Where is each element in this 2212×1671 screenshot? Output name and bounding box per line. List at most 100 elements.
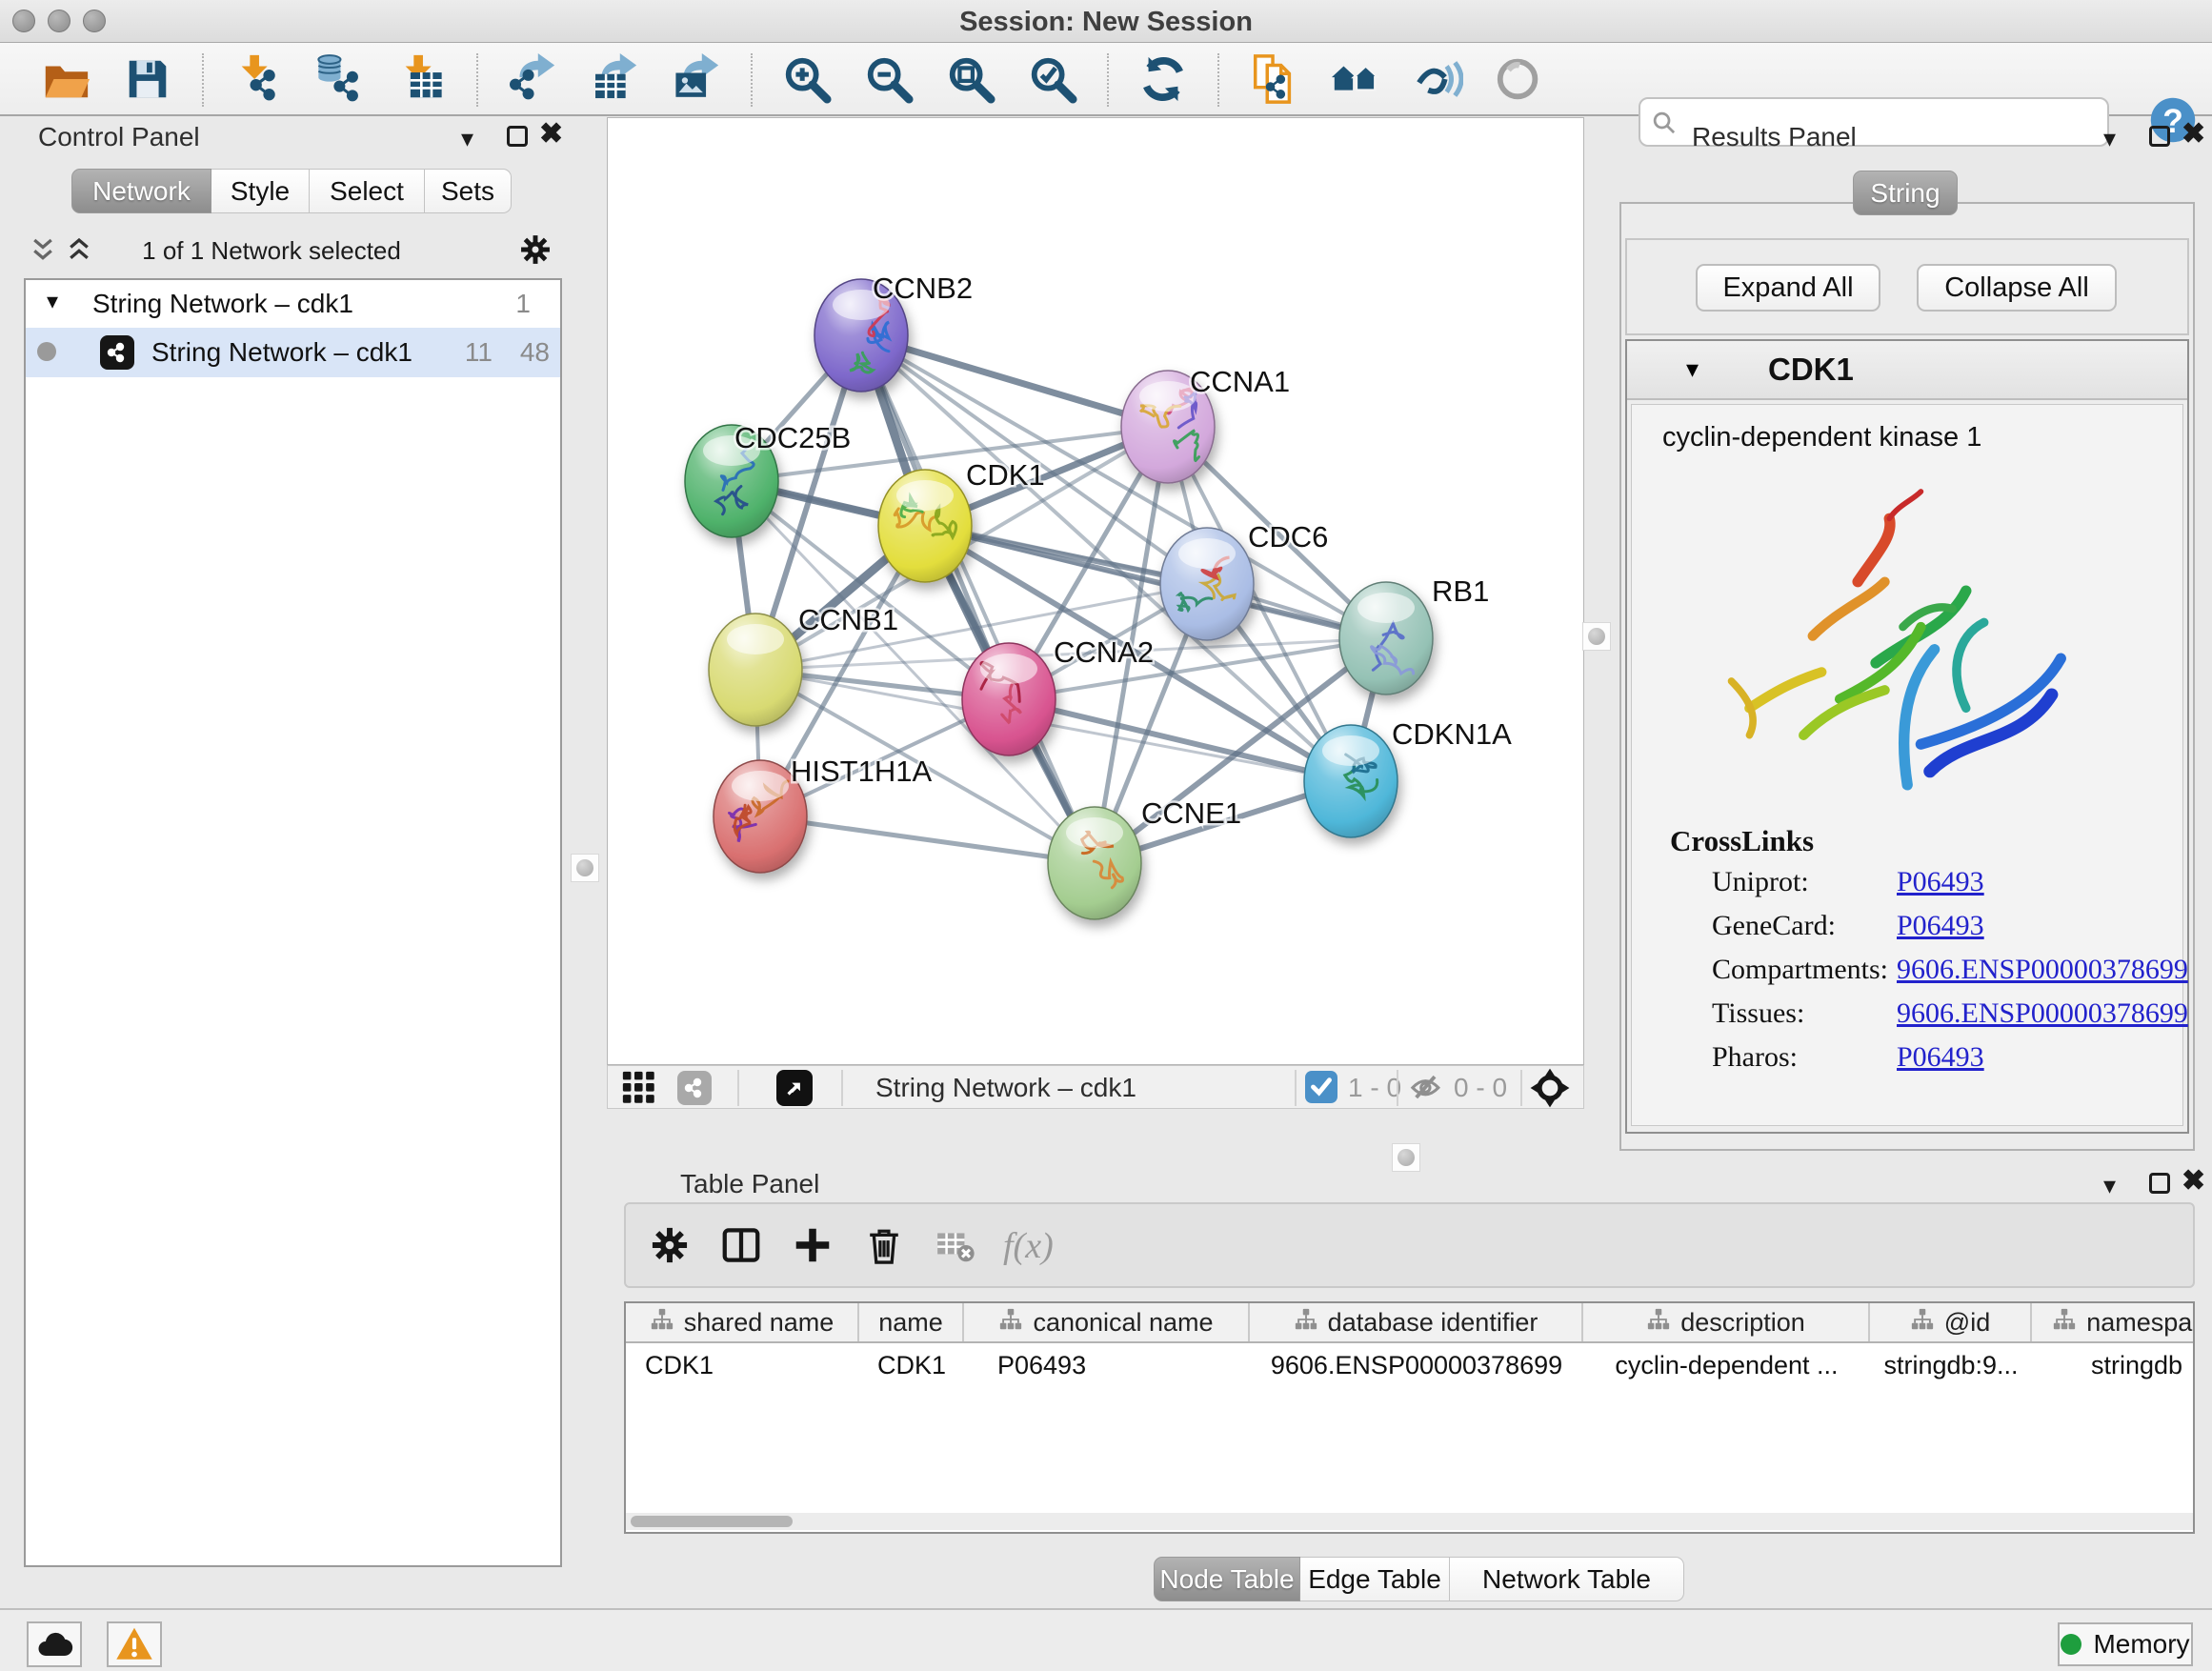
network-node-label: CCNA2 bbox=[1054, 635, 1154, 669]
network-selection-status: 1 of 1 Network selected bbox=[24, 236, 519, 266]
import-network-from-database-button[interactable] bbox=[311, 50, 370, 110]
table-panel-menu-arrow-icon[interactable]: ▾ bbox=[2103, 1173, 2116, 1198]
results-panel-float-icon[interactable] bbox=[2149, 126, 2170, 147]
zoom-selected-button[interactable] bbox=[1023, 50, 1082, 110]
new-network-from-selection-button[interactable] bbox=[1244, 50, 1303, 110]
table-panel-float-icon[interactable] bbox=[2149, 1173, 2170, 1194]
network-node-HIST1H1A[interactable]: HIST1H1A bbox=[714, 755, 932, 873]
crosslink-value-link[interactable]: 9606.ENSP00000378699 bbox=[1897, 997, 2188, 1030]
control-panel-float-icon[interactable] bbox=[507, 126, 528, 147]
birdseye-toggle-icon[interactable] bbox=[776, 1070, 813, 1106]
node-table: shared namenamecanonical namedatabase id… bbox=[624, 1301, 2195, 1534]
zoom-fit-content-button[interactable] bbox=[941, 50, 1000, 110]
tab-node-table[interactable]: Node Table bbox=[1154, 1557, 1300, 1601]
network-node-CCNE1[interactable]: CCNE1 bbox=[1048, 796, 1241, 919]
crosslink-value-link[interactable]: P06493 bbox=[1897, 1041, 1984, 1074]
entry-collapse-arrow-icon[interactable]: ▾ bbox=[1686, 354, 1699, 384]
vertical-splitter-grip-right[interactable] bbox=[1582, 622, 1611, 651]
column-header-name[interactable]: name bbox=[859, 1303, 964, 1341]
tree-expand-arrow-icon[interactable]: ▾ bbox=[47, 288, 58, 315]
vertical-splitter-grip-left[interactable] bbox=[571, 854, 599, 882]
birdseye-preview-button[interactable] bbox=[1490, 50, 1549, 110]
network-node-label: CCNE1 bbox=[1141, 796, 1241, 830]
network-collection-row[interactable]: ▾ String Network – cdk1 1 bbox=[26, 280, 560, 328]
table-cell[interactable]: 9606.ENSP00000378699 bbox=[1250, 1343, 1583, 1387]
table-cell[interactable]: P06493 bbox=[964, 1343, 1250, 1387]
table-settings-gear-icon[interactable] bbox=[646, 1221, 694, 1269]
column-header-namespace[interactable]: namespace bbox=[2032, 1303, 2195, 1341]
table-cell[interactable]: stringdb bbox=[2032, 1343, 2195, 1387]
zoom-out-button[interactable] bbox=[859, 50, 918, 110]
export-network-button[interactable] bbox=[503, 50, 562, 110]
scrollbar-thumb[interactable] bbox=[631, 1516, 793, 1527]
grid-view-icon[interactable] bbox=[620, 1069, 658, 1112]
tab-style[interactable]: Style bbox=[211, 169, 310, 213]
network-view-toolbar: String Network – cdk1 1 - 0 0 - 0 bbox=[607, 1065, 1584, 1109]
export-image-button[interactable] bbox=[667, 50, 726, 110]
import-table-from-file-button[interactable] bbox=[392, 50, 452, 110]
selected-nodes-checkbox[interactable] bbox=[1305, 1071, 1337, 1103]
crosslink-value-link[interactable]: 9606.ENSP00000378699 bbox=[1897, 954, 2188, 986]
column-type-icon bbox=[650, 1307, 674, 1339]
tab-network[interactable]: Network bbox=[71, 169, 211, 213]
apply-preferred-layout-button[interactable] bbox=[1134, 50, 1193, 110]
first-neighbors-button[interactable] bbox=[1326, 50, 1385, 110]
expand-all-button[interactable]: Expand All bbox=[1696, 264, 1880, 312]
network-row-selected[interactable]: String Network – cdk1 11 48 bbox=[26, 328, 560, 377]
save-session-button[interactable] bbox=[118, 50, 177, 110]
export-table-button[interactable] bbox=[585, 50, 644, 110]
table-cell[interactable]: CDK1 bbox=[859, 1343, 964, 1387]
network-node-RB1[interactable]: RB1 bbox=[1339, 574, 1489, 695]
network-node-CCNB2[interactable]: CCNB2 bbox=[814, 272, 973, 392]
tab-edge-table[interactable]: Edge Table bbox=[1300, 1557, 1450, 1601]
column-header-description[interactable]: description bbox=[1583, 1303, 1870, 1341]
main-toolbar: ? bbox=[0, 43, 2212, 116]
import-network-from-file-button[interactable] bbox=[229, 50, 288, 110]
crosslinks-title: CrossLinks bbox=[1670, 824, 1814, 858]
table-cell[interactable]: cyclin-dependent ... bbox=[1583, 1343, 1870, 1387]
warnings-button[interactable] bbox=[107, 1621, 162, 1667]
show-columns-icon[interactable] bbox=[717, 1221, 765, 1269]
horizontal-splitter-grip[interactable] bbox=[1392, 1143, 1420, 1172]
collapse-all-button[interactable]: Collapse All bbox=[1917, 264, 2117, 312]
column-header--id[interactable]: @id bbox=[1870, 1303, 2032, 1341]
memory-button[interactable]: Memory bbox=[2058, 1622, 2193, 1666]
network-node-CDC6[interactable]: CDC6 bbox=[1160, 520, 1328, 640]
control-panel-close-icon[interactable]: ✖ bbox=[539, 122, 563, 147]
network-canvas[interactable]: CCNB2CCNA1CDC25BCDK1CDC6RB1CCNB1CCNA2CDK… bbox=[607, 117, 1584, 1065]
crosslink-value-link[interactable]: P06493 bbox=[1897, 866, 1984, 898]
control-panel-menu-arrow-icon[interactable]: ▾ bbox=[461, 126, 473, 151]
add-column-plus-icon[interactable] bbox=[789, 1221, 836, 1269]
network-type-icon[interactable] bbox=[677, 1071, 712, 1105]
show-graphics-details-icon bbox=[1412, 53, 1463, 108]
fit-selected-crosshair-icon[interactable] bbox=[1529, 1067, 1571, 1114]
network-edge-HIST1H1A-CCNE1[interactable] bbox=[760, 816, 1095, 863]
results-panel-tab-string[interactable]: String bbox=[1853, 171, 1958, 215]
tab-network-table[interactable]: Network Table bbox=[1450, 1557, 1684, 1601]
results-panel-menu-arrow-icon[interactable]: ▾ bbox=[2103, 126, 2116, 151]
birdseye-preview-icon bbox=[1494, 53, 1545, 108]
column-header-database-identifier[interactable]: database identifier bbox=[1250, 1303, 1583, 1341]
network-options-gear-icon[interactable] bbox=[517, 232, 553, 272]
column-header-shared-name[interactable]: shared name bbox=[626, 1303, 859, 1341]
zoom-in-button[interactable] bbox=[777, 50, 836, 110]
network-graph[interactable]: CCNB2CCNA1CDC25BCDK1CDC6RB1CCNB1CCNA2CDK… bbox=[608, 118, 1583, 1064]
cdk1-entry-header[interactable]: ▾ CDK1 bbox=[1627, 341, 2187, 400]
table-cell[interactable]: stringdb:9... bbox=[1870, 1343, 2032, 1387]
hidden-elements-eye-icon bbox=[1409, 1072, 1443, 1111]
network-node-CDKN1A[interactable]: CDKN1A bbox=[1304, 717, 1512, 837]
open-session-button[interactable] bbox=[36, 50, 95, 110]
delete-column-trash-icon[interactable] bbox=[860, 1221, 908, 1269]
show-graphics-details-button[interactable] bbox=[1408, 50, 1467, 110]
table-panel-close-icon[interactable]: ✖ bbox=[2182, 1169, 2205, 1194]
table-row[interactable]: CDK1CDK1P064939606.ENSP00000378699cyclin… bbox=[626, 1343, 2193, 1387]
tab-sets[interactable]: Sets bbox=[425, 169, 512, 213]
table-horizontal-scrollbar[interactable] bbox=[626, 1513, 2193, 1530]
crosslink-label: Uniprot: bbox=[1712, 866, 1809, 898]
cloud-status-button[interactable] bbox=[27, 1621, 82, 1667]
column-header-canonical-name[interactable]: canonical name bbox=[964, 1303, 1250, 1341]
table-cell[interactable]: CDK1 bbox=[626, 1343, 859, 1387]
tab-select[interactable]: Select bbox=[310, 169, 425, 213]
results-panel-close-icon[interactable]: ✖ bbox=[2182, 122, 2205, 147]
crosslink-value-link[interactable]: P06493 bbox=[1897, 910, 1984, 942]
